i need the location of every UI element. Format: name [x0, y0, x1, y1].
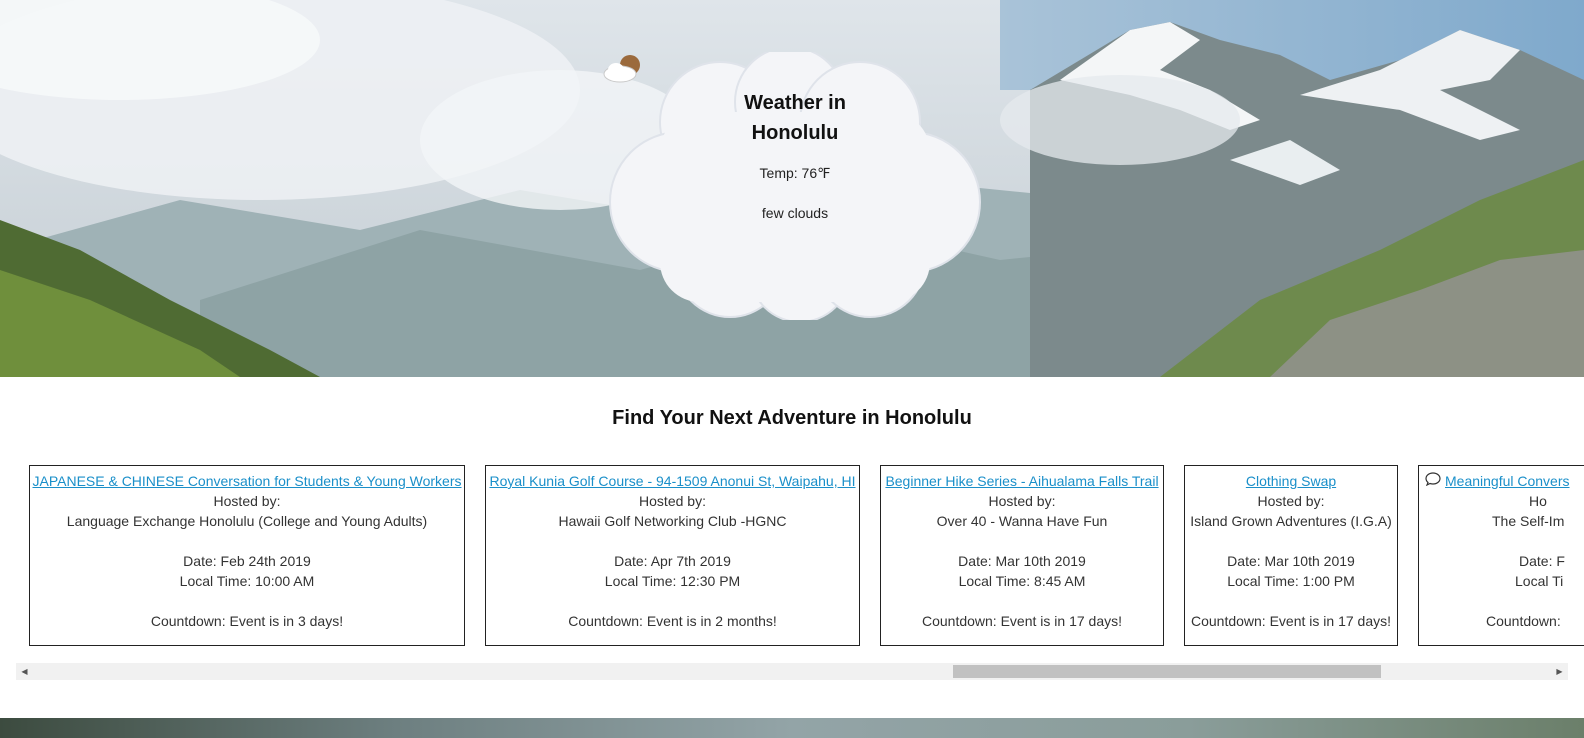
- scrollbar-thumb[interactable]: [953, 665, 1381, 678]
- weather-title: Weather in Honolulu: [600, 88, 990, 148]
- events-carousel[interactable]: JAPANESE & CHINESE Conversation for Stud…: [16, 460, 1584, 682]
- event-local-time: Local Ti: [1515, 573, 1564, 589]
- event-date: Date: Mar 10th 2019: [958, 553, 1086, 569]
- event-countdown: Countdown: Event is in 3 days!: [150, 613, 344, 629]
- event-card: Meaningful Convers Ho The Self-Im Date: …: [1418, 465, 1584, 646]
- scroll-right-arrow-icon[interactable]: ▶: [1553, 665, 1566, 678]
- event-date: Date: Feb 24th 2019: [183, 553, 311, 569]
- event-hosted-label: Hosted by:: [1257, 493, 1325, 509]
- event-host: Over 40 - Wanna Have Fun: [936, 513, 1108, 529]
- event-title-link[interactable]: Meaningful Convers: [1425, 471, 1584, 491]
- horizontal-scrollbar[interactable]: ◀ ▶: [16, 663, 1568, 680]
- event-date: Date: Mar 10th 2019: [1227, 553, 1355, 569]
- event-local-time: Local Time: 10:00 AM: [179, 573, 315, 589]
- event-title-link[interactable]: JAPANESE & CHINESE Conversation for Stud…: [30, 471, 464, 491]
- chat-bubble-icon: [1425, 472, 1441, 486]
- event-card: JAPANESE & CHINESE Conversation for Stud…: [29, 465, 465, 646]
- event-countdown: Countdown: Event is in 17 days!: [921, 613, 1122, 629]
- event-title-link[interactable]: Beginner Hike Series - Aihualama Falls T…: [881, 471, 1163, 491]
- event-card: Royal Kunia Golf Course - 94-1509 Anonui…: [485, 465, 860, 646]
- event-hosted-label: Ho: [1529, 493, 1547, 509]
- few-clouds-icon: [603, 55, 640, 83]
- event-local-time: Local Time: 12:30 PM: [604, 573, 741, 589]
- weather-description: few clouds: [761, 205, 829, 221]
- weather-city: Honolulu: [751, 122, 839, 144]
- event-local-time: Local Time: 1:00 PM: [1227, 573, 1355, 589]
- event-local-time: Local Time: 8:45 AM: [958, 573, 1086, 589]
- event-hosted-label: Hosted by:: [988, 493, 1056, 509]
- event-title-text: Meaningful Convers: [1445, 473, 1570, 489]
- event-title-link[interactable]: Clothing Swap: [1185, 471, 1397, 491]
- event-date: Date: Apr 7th 2019: [614, 553, 731, 569]
- event-countdown: Countdown: Event is in 17 days!: [1190, 613, 1391, 629]
- weather-title-line1: Weather in: [744, 92, 846, 114]
- event-host: The Self-Im: [1492, 513, 1565, 529]
- adventures-heading: Find Your Next Adventure in Honolulu: [612, 407, 972, 429]
- event-host: Language Exchange Honolulu (College and …: [66, 513, 428, 529]
- event-date: Date: F: [1519, 553, 1565, 569]
- event-title-link[interactable]: Royal Kunia Golf Course - 94-1509 Anonui…: [486, 471, 859, 491]
- weather-card: Weather in Honolulu Temp: 76℉ few clouds: [600, 52, 990, 320]
- event-host: Island Grown Adventures (I.G.A): [1190, 513, 1392, 529]
- footer-background-image: [0, 718, 1584, 738]
- event-countdown: Countdown: Event is in 2 months!: [568, 613, 777, 629]
- scroll-left-arrow-icon[interactable]: ◀: [18, 665, 31, 678]
- event-host: Hawaii Golf Networking Club -HGNC: [558, 513, 787, 529]
- weather-temperature: Temp: 76℉: [759, 165, 831, 181]
- event-hosted-label: Hosted by:: [639, 493, 706, 509]
- event-card: Beginner Hike Series - Aihualama Falls T…: [880, 465, 1164, 646]
- event-card: Clothing Swap Hosted by: Island Grown Ad…: [1184, 465, 1398, 646]
- hero-banner: Weather in Honolulu Temp: 76℉ few clouds: [0, 0, 1584, 377]
- event-countdown: Countdown:: [1486, 613, 1561, 629]
- event-hosted-label: Hosted by:: [213, 493, 281, 509]
